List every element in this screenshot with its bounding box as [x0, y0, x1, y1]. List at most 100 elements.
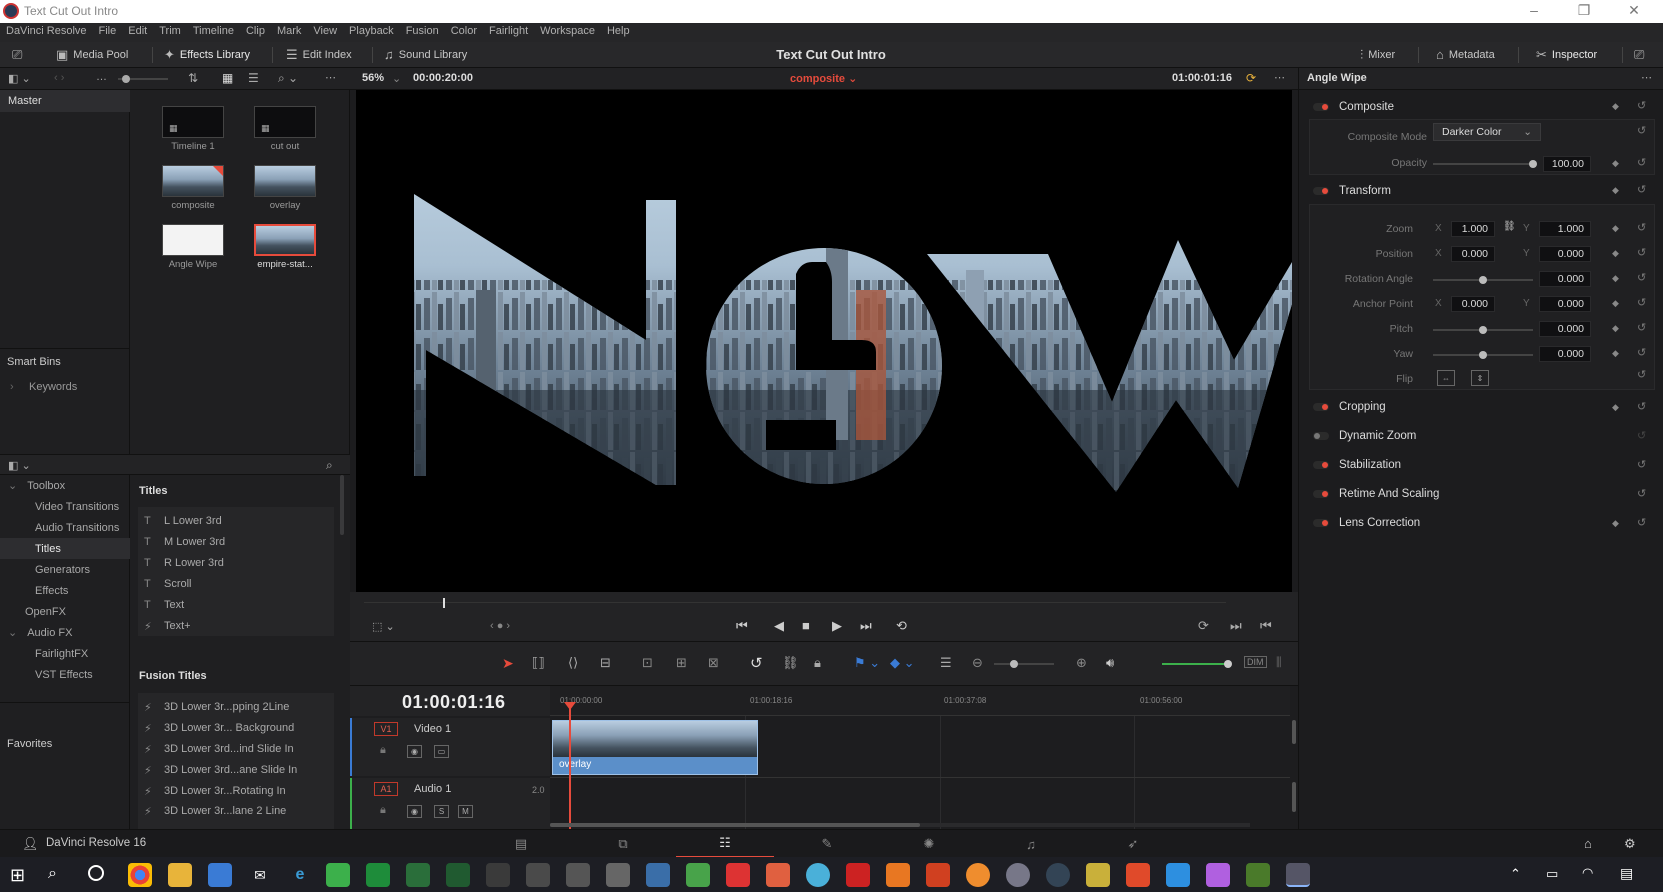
reset-icon[interactable]: ↺ [1637, 487, 1646, 500]
reset-icon[interactable]: ↺ [1637, 183, 1646, 196]
horizontal-scrollbar[interactable] [550, 823, 920, 827]
section-cropping[interactable]: Cropping [1307, 395, 1657, 419]
dynamic-trim-icon[interactable]: ⟨⟩ [568, 655, 578, 671]
effect-item[interactable]: ⚡ 3D Lower 3rd...ane Slide In [138, 760, 334, 780]
grid-view-icon[interactable]: ▦ [222, 71, 233, 85]
file-explorer-icon[interactable] [168, 863, 192, 887]
options-icon[interactable]: ⋯ [325, 71, 336, 84]
app-icon[interactable] [726, 863, 750, 887]
media-item[interactable]: overlay [254, 165, 325, 211]
fullscreen-icon[interactable]: ⎚ [1634, 47, 1644, 63]
app-icon[interactable] [326, 863, 350, 887]
media-page-icon[interactable]: ▤ [472, 830, 570, 858]
expand-icon[interactable]: › [10, 381, 14, 393]
section-lens-correction[interactable]: Lens Correction [1307, 511, 1657, 535]
battery-icon[interactable]: ▭ [1546, 866, 1558, 882]
pitch-slider[interactable] [1433, 326, 1533, 334]
keyframe-icon[interactable]: ◆ [1612, 323, 1619, 334]
sound-library-button[interactable]: ♫ Sound Library [384, 47, 467, 62]
anchor-y-value[interactable]: 0.000 [1539, 296, 1591, 312]
tree-audio-fx[interactable]: ⌄ Audio FX [0, 622, 72, 643]
section-dynamic-zoom[interactable]: Dynamic Zoom [1307, 424, 1657, 448]
menu-davinci-resolve[interactable]: DaVinci Resolve [0, 23, 93, 37]
linked-selection-icon[interactable]: ⛓ [782, 655, 799, 671]
track-lock-icon[interactable]: 🔒︎ [380, 744, 386, 757]
zoom-dropdown-icon[interactable]: ⌄ [392, 72, 401, 85]
effect-item[interactable]: ⚡ 3D Lower 3rd...ind Slide In [138, 739, 334, 759]
wifi-icon[interactable]: ◠ [1582, 865, 1593, 881]
chrome-icon[interactable] [128, 863, 152, 887]
mute-button[interactable]: M [458, 805, 473, 818]
windows-start-icon[interactable]: ⊞ [10, 865, 25, 886]
keyframe-icon[interactable]: ◆ [1612, 518, 1619, 529]
store-icon[interactable] [208, 863, 232, 887]
enable-toggle[interactable] [1313, 432, 1329, 440]
menu-workspace[interactable]: Workspace [534, 23, 601, 37]
next-edit-icon[interactable]: ⏭ [1230, 618, 1242, 634]
reset-icon[interactable]: ↺ [1637, 346, 1646, 359]
app-icon[interactable] [886, 863, 910, 887]
flip-horizontal-icon[interactable]: ⇔ [1437, 370, 1455, 386]
trim-tool-icon[interactable]: ⟦⟧ [532, 655, 545, 671]
auto-select-icon[interactable]: ◉ [407, 745, 422, 758]
keyframe-icon[interactable]: ◆ [1612, 348, 1619, 359]
viewer-options-icon[interactable]: ⋯ [1274, 71, 1285, 84]
effect-item[interactable]: ⚡ 3D Lower 3r...pping 2Line [138, 697, 334, 717]
app-icon[interactable] [526, 863, 550, 887]
zoom-level[interactable]: 56% [362, 72, 384, 84]
vertical-scrollbar[interactable] [1292, 720, 1296, 744]
app-icon[interactable] [926, 863, 950, 887]
keyframe-icon[interactable]: ◆ [1612, 223, 1619, 234]
enable-toggle[interactable] [1313, 187, 1329, 195]
section-composite[interactable]: Composite [1307, 95, 1657, 119]
smart-bin-keywords[interactable]: Keywords [29, 381, 77, 393]
tree-effects[interactable]: Effects [35, 580, 68, 601]
safe-area-icon[interactable]: ⬚ ⌄ [372, 620, 395, 633]
app-icon[interactable] [646, 863, 670, 887]
edge-icon[interactable]: e [288, 863, 312, 887]
cut-page-icon[interactable]: ⧉ [574, 830, 672, 858]
timeline-clip-overlay[interactable]: overlay [552, 720, 758, 775]
deliver-page-icon[interactable]: ➶ [1084, 830, 1182, 858]
reset-icon[interactable]: ↺ [1637, 296, 1646, 309]
position-lock-icon[interactable]: 🔒︎ [814, 655, 821, 671]
position-y-value[interactable]: 0.000 [1539, 246, 1591, 262]
viewer[interactable] [356, 90, 1292, 592]
color-page-icon[interactable]: ✺ [880, 830, 978, 858]
track-id-a1[interactable]: A1 [374, 782, 398, 796]
jog-control-icon[interactable]: ‹ ● › [490, 620, 510, 632]
app-icon[interactable] [1006, 863, 1030, 887]
opacity-value[interactable]: 100.00 [1543, 156, 1591, 172]
cortana-icon[interactable] [88, 865, 104, 881]
media-item[interactable]: Angle Wipe [162, 224, 233, 270]
menu-fairlight[interactable]: Fairlight [483, 23, 534, 37]
volume-icon[interactable]: 🔊︎ [1106, 655, 1114, 671]
search-icon[interactable]: ⌕ [326, 458, 333, 473]
fairlight-page-icon[interactable]: ♫ [982, 830, 1080, 858]
menu-view[interactable]: View [307, 23, 343, 37]
menu-fusion[interactable]: Fusion [400, 23, 445, 37]
section-retime-and-scaling[interactable]: Retime And Scaling [1307, 482, 1657, 506]
effect-item[interactable]: TM Lower 3rd [138, 532, 334, 552]
enable-toggle[interactable] [1313, 103, 1329, 111]
scrubber-track[interactable] [364, 602, 1226, 603]
fusion-page-icon[interactable]: ✎ [778, 830, 876, 858]
scrollbar[interactable] [340, 475, 344, 535]
app-icon[interactable] [486, 863, 510, 887]
zoom-out-icon[interactable]: ⊖ [972, 655, 983, 671]
enable-toggle[interactable] [1313, 519, 1329, 527]
search-icon[interactable]: ⌕ [48, 865, 57, 883]
keyframe-icon[interactable]: ◆ [1612, 273, 1619, 284]
app-icon[interactable] [686, 863, 710, 887]
insert-clip-icon[interactable]: ⊡ [642, 655, 653, 671]
app-icon-active[interactable] [1286, 863, 1310, 887]
app-icon[interactable] [366, 863, 390, 887]
zoom-in-icon[interactable]: ⊕ [1076, 655, 1087, 671]
inspector-button[interactable]: ✂ Inspector [1536, 47, 1597, 63]
effects-library-button[interactable]: ✦ Effects Library [164, 47, 250, 63]
metadata-button[interactable]: ⌂ Metadata [1436, 47, 1495, 62]
section-transform[interactable]: Transform [1307, 179, 1657, 203]
timeline-name-dropdown[interactable]: composite ⌄ [790, 72, 857, 85]
keyframe-icon[interactable]: ◆ [1612, 402, 1619, 413]
thumb-size-slider[interactable] [118, 75, 168, 83]
